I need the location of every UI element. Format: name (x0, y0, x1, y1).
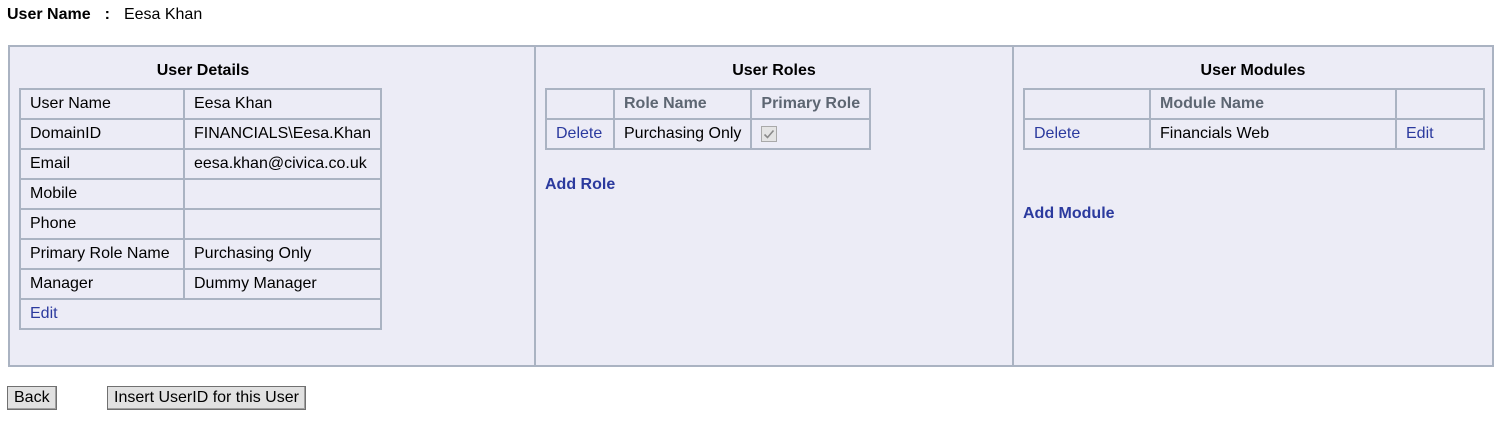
module-edit-cell: Edit (1395, 118, 1485, 150)
user-modules-table: Module Name Delete Financials Web Edit (1023, 88, 1485, 150)
table-row: User Name Eesa Khan (19, 88, 382, 120)
user-modules-panel: User Modules Module Name Delete Financia… (1014, 47, 1492, 365)
detail-value: Purchasing Only (183, 238, 382, 270)
role-name-cell: Purchasing Only (612, 118, 753, 150)
roles-col-primary-role: Primary Role (750, 88, 872, 120)
edit-user-details-link[interactable]: Edit (30, 305, 58, 322)
delete-module-link[interactable]: Delete (1034, 125, 1080, 142)
modules-col-edit (1395, 88, 1485, 120)
user-roles-panel: User Roles Role Name Primary Role Delete… (536, 47, 1014, 365)
primary-role-checkbox (761, 125, 778, 142)
detail-value: Dummy Manager (183, 268, 382, 300)
user-roles-title: User Roles (732, 62, 816, 79)
detail-key: Mobile (19, 178, 185, 210)
modules-col-action (1023, 88, 1151, 120)
detail-value: FINANCIALS\Eesa.Khan (183, 118, 382, 150)
user-details-panel: User Details User Name Eesa Khan DomainI… (10, 47, 536, 365)
module-action-cell: Delete (1023, 118, 1151, 150)
add-role-link[interactable]: Add Role (545, 176, 615, 194)
detail-value: Eesa Khan (183, 88, 382, 120)
detail-key: Primary Role Name (19, 238, 185, 270)
user-name-label: User Name (7, 6, 91, 23)
table-header-row: Role Name Primary Role (545, 88, 872, 120)
user-details-title: User Details (156, 62, 250, 79)
detail-value: eesa.khan@civica.co.uk (183, 148, 382, 180)
user-name-value: Eesa Khan (123, 6, 203, 23)
table-row: Delete Purchasing Only (545, 118, 872, 150)
table-row: Edit (19, 298, 382, 330)
table-row: Email eesa.khan@civica.co.uk (19, 148, 382, 180)
delete-role-link[interactable]: Delete (556, 125, 602, 142)
user-roles-table: Role Name Primary Role Delete Purchasing… (545, 88, 872, 150)
back-button[interactable]: Back (7, 386, 57, 410)
table-row: Mobile (19, 178, 382, 210)
primary-role-cell (750, 118, 872, 150)
roles-col-role-name: Role Name (612, 88, 753, 120)
table-row: Primary Role Name Purchasing Only (19, 238, 382, 270)
detail-key: Email (19, 148, 185, 180)
modules-col-module-name: Module Name (1149, 88, 1397, 120)
detail-key: User Name (19, 88, 185, 120)
table-header-row: Module Name (1023, 88, 1485, 120)
detail-key: Manager (19, 268, 185, 300)
edit-module-link[interactable]: Edit (1406, 125, 1434, 142)
user-details-table: User Name Eesa Khan DomainID FINANCIALS\… (19, 88, 382, 330)
user-panels-container: User Details User Name Eesa Khan DomainI… (8, 45, 1494, 367)
add-module-link[interactable]: Add Module (1023, 205, 1115, 223)
detail-value (183, 208, 382, 240)
module-name-cell: Financials Web (1149, 118, 1397, 150)
table-row: Phone (19, 208, 382, 240)
header-colon: : (104, 6, 110, 23)
role-action-cell: Delete (545, 118, 615, 150)
detail-value (183, 178, 382, 210)
user-name-header: User Name : Eesa Khan (7, 5, 202, 25)
table-row: Delete Financials Web Edit (1023, 118, 1485, 150)
edit-cell: Edit (19, 298, 382, 330)
table-row: DomainID FINANCIALS\Eesa.Khan (19, 118, 382, 150)
detail-key: DomainID (19, 118, 185, 150)
checkmark-icon (764, 129, 775, 139)
roles-col-action (545, 88, 615, 120)
user-modules-title: User Modules (1200, 62, 1306, 79)
detail-key: Phone (19, 208, 185, 240)
insert-userid-button[interactable]: Insert UserID for this User (107, 386, 306, 410)
table-row: Manager Dummy Manager (19, 268, 382, 300)
